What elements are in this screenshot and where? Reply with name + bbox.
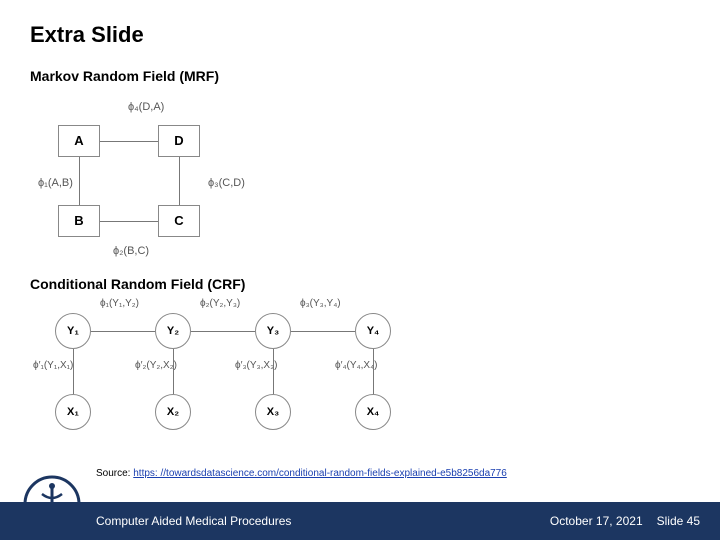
crf-top-label-2: ϕ₂(Y₂,Y₃): [200, 298, 240, 309]
crf-diagram: ϕ₁(Y₁,Y₂) ϕ₂(Y₂,Y₃) ϕ₃(Y₃,Y₄) Y₁ Y₂ Y₃ Y…: [35, 298, 455, 448]
mrf-edge-ad: [100, 141, 158, 142]
footer-left: Computer Aided Medical Procedures: [96, 514, 291, 528]
crf-top-label-1: ϕ₁(Y₁,Y₂): [100, 298, 139, 309]
mrf-node-b: B: [58, 205, 100, 237]
footer-bar: Computer Aided Medical Procedures Octobe…: [0, 502, 720, 540]
crf-mid-label-1: ϕ′₁(Y₁,X₁): [33, 360, 73, 371]
source-link[interactable]: https: //towardsdatascience.com/conditio…: [133, 468, 507, 479]
mrf-node-a: A: [58, 125, 100, 157]
mrf-label-phi4: ϕ₄(D,A): [128, 101, 164, 113]
mrf-node-d: D: [158, 125, 200, 157]
crf-top-label-3: ϕ₃(Y₃,Y₄): [300, 298, 341, 309]
crf-ynode-4: Y₄: [355, 313, 391, 349]
crf-xnode-1: X₁: [55, 394, 91, 430]
page-title: Extra Slide: [30, 22, 144, 48]
crf-edge-yx1: [73, 349, 74, 394]
slide: Extra Slide Markov Random Field (MRF) ϕ₄…: [0, 0, 720, 540]
mrf-edge-ab: [79, 157, 80, 205]
source-label: Source:: [96, 468, 133, 479]
crf-ynode-2: Y₂: [155, 313, 191, 349]
mrf-edge-dc: [179, 157, 180, 205]
crf-xnode-4: X₄: [355, 394, 391, 430]
crf-mid-label-2: ϕ′₂(Y₂,X₂): [135, 360, 177, 371]
footer-right: October 17, 2021 Slide 45: [550, 514, 700, 528]
mrf-label-phi3: ϕ₃(C,D): [208, 177, 245, 189]
mrf-edge-bc: [100, 221, 158, 222]
crf-ynode-3: Y₃: [255, 313, 291, 349]
crf-edge-yx2: [173, 349, 174, 394]
crf-edge-y12: [91, 331, 155, 332]
section-heading-crf: Conditional Random Field (CRF): [30, 276, 245, 292]
mrf-diagram: ϕ₄(D,A) A D ϕ₁(A,B) ϕ₃(C,D) B C ϕ₂(B,C): [48, 95, 258, 265]
source-citation: Source: https: //towardsdatascience.com/…: [96, 468, 507, 479]
footer-slide-number: Slide 45: [657, 514, 700, 528]
crf-edge-yx3: [273, 349, 274, 394]
crf-mid-label-3: ϕ′₃(Y₃,X₃): [235, 360, 277, 371]
mrf-node-c: C: [158, 205, 200, 237]
crf-mid-label-4: ϕ′₄(Y₄,X₄): [335, 360, 378, 371]
section-heading-mrf: Markov Random Field (MRF): [30, 68, 219, 84]
crf-xnode-2: X₂: [155, 394, 191, 430]
crf-edge-y23: [191, 331, 255, 332]
crf-xnode-3: X₃: [255, 394, 291, 430]
mrf-label-phi1: ϕ₁(A,B): [38, 177, 73, 189]
crf-edge-y34: [291, 331, 355, 332]
crf-edge-yx4: [373, 349, 374, 394]
mrf-label-phi2: ϕ₂(B,C): [113, 245, 149, 257]
footer-date: October 17, 2021: [550, 514, 643, 528]
crf-ynode-1: Y₁: [55, 313, 91, 349]
